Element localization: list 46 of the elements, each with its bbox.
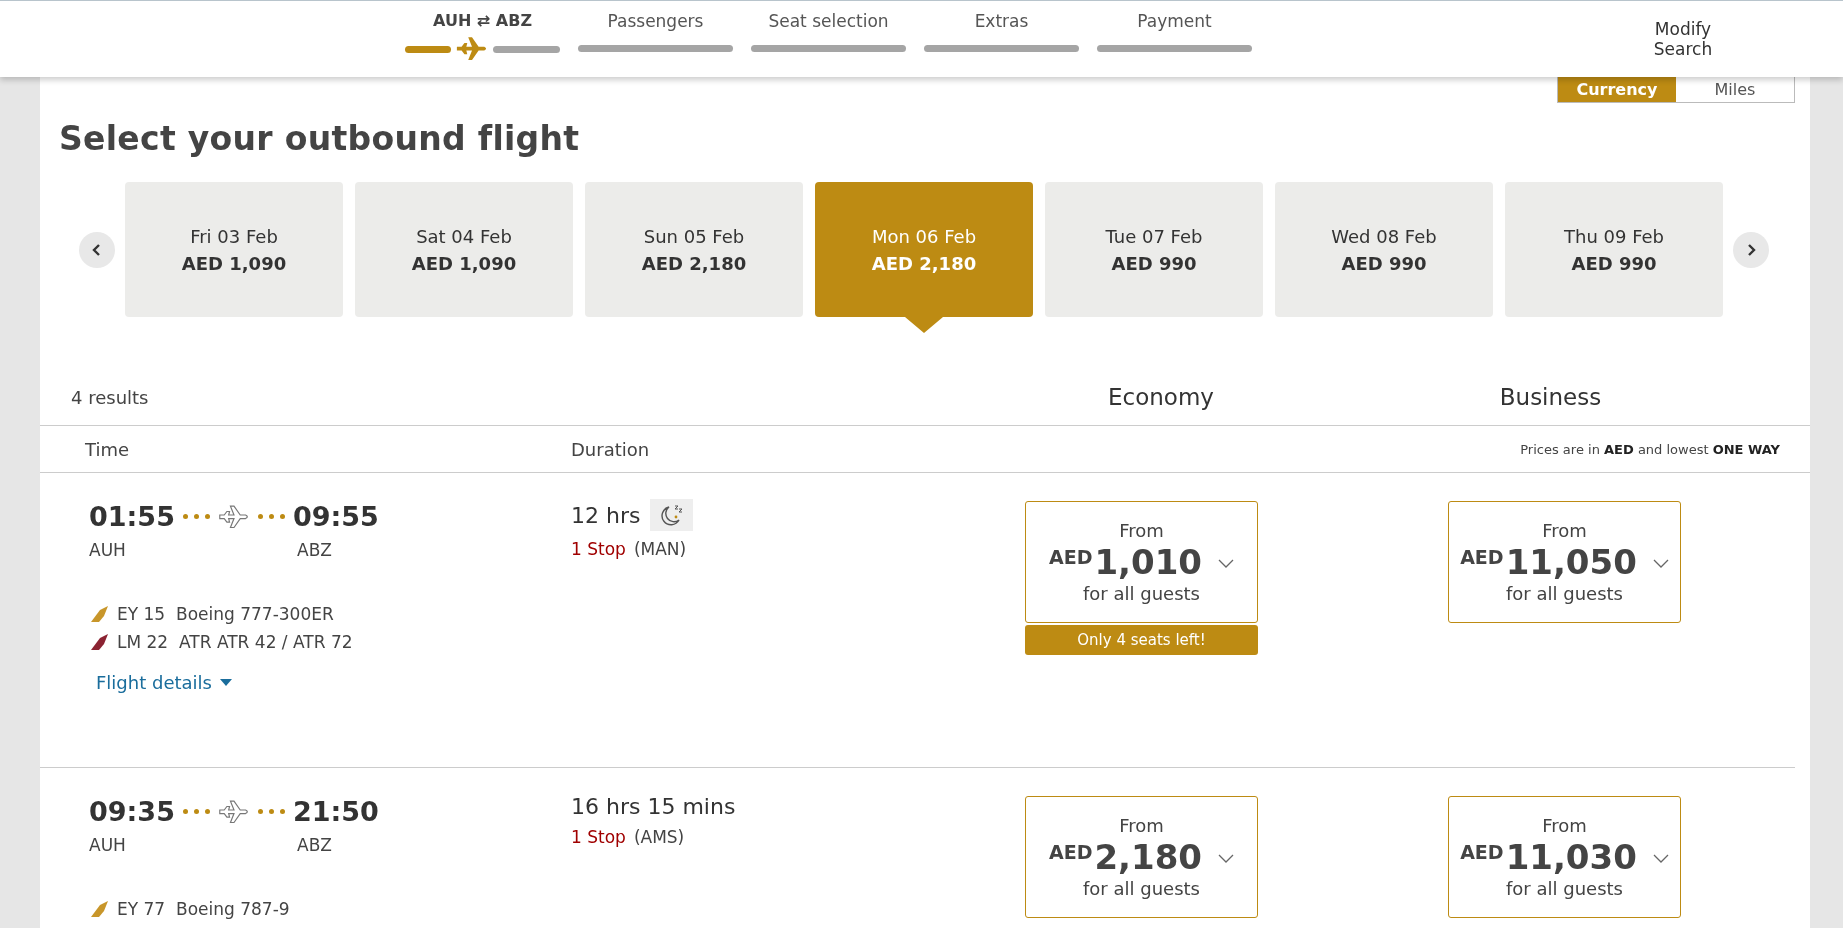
progress-step: Seat selection	[768, 11, 889, 33]
results-count: 4 results	[71, 386, 150, 408]
date-card[interactable]: Sun 05 Feb AED 2,180	[585, 182, 803, 317]
chevron-down-icon	[1652, 559, 1669, 568]
progress-step: Passengers	[607, 11, 704, 33]
stops-count: 1 Stop	[571, 827, 626, 847]
progress-step: AUH ⇄ ABZ	[433, 11, 532, 33]
stops-count: 1 Stop	[571, 539, 626, 559]
page-title: Select your outbound flight	[59, 119, 581, 158]
flight-info: EY 77 Boeing 787-9	[117, 899, 290, 919]
flight-duration: 16 hrs 15 mins	[571, 794, 736, 819]
plane-icon	[217, 798, 250, 825]
date-card[interactable]: Tue 07 Feb AED 990	[1045, 182, 1263, 317]
date-card[interactable]: Fri 03 Feb AED 1,090	[125, 182, 343, 317]
stopover-airport: (MAN)	[633, 539, 687, 559]
flight-info: LM 22 ATR ATR 42 / ATR 72	[117, 632, 353, 652]
chevron-down-icon	[1652, 854, 1669, 863]
plane-icon	[217, 503, 250, 530]
column-heading: Time	[85, 438, 131, 460]
destination-airport: ABZ	[297, 540, 333, 560]
flight-info: EY 15 Boeing 777-300ER	[117, 604, 334, 624]
date-card[interactable]: Sat 04 Feb AED 1,090	[355, 182, 573, 317]
cabin-heading: Economy	[1107, 384, 1215, 410]
progress-step: Payment	[1137, 11, 1212, 33]
price-note: Prices are in AED and lowest ONE WAY	[1520, 441, 1780, 457]
chevron-down-icon	[1218, 854, 1234, 863]
selection-pointer	[905, 317, 943, 333]
modify-search-button[interactable]: Modify Search	[1643, 19, 1723, 59]
flight-details-link[interactable]: Flight details	[96, 672, 232, 693]
progress-step: Extras	[974, 11, 1029, 33]
seats-left-badge: Only 4 seats left!	[1025, 625, 1258, 655]
date-card[interactable]: Thu 09 Feb AED 990	[1505, 182, 1723, 317]
arrival-time: 09:55	[292, 501, 379, 532]
departure-time: 01:55	[89, 501, 175, 532]
cabin-heading: Business	[1498, 384, 1603, 410]
date-card[interactable]: Wed 08 Feb AED 990	[1275, 182, 1493, 317]
departure-time: 09:35	[89, 796, 175, 827]
origin-airport: AUH	[89, 835, 127, 855]
chevron-down-icon	[1218, 559, 1234, 568]
caret-down-icon	[219, 678, 232, 687]
column-heading: Duration	[571, 438, 651, 460]
flight-duration: 12 hrs	[571, 502, 641, 528]
arrival-time: 21:50	[292, 796, 379, 827]
origin-airport: AUH	[89, 540, 127, 560]
destination-airport: ABZ	[297, 835, 333, 855]
stopover-airport: (AMS)	[633, 827, 685, 847]
